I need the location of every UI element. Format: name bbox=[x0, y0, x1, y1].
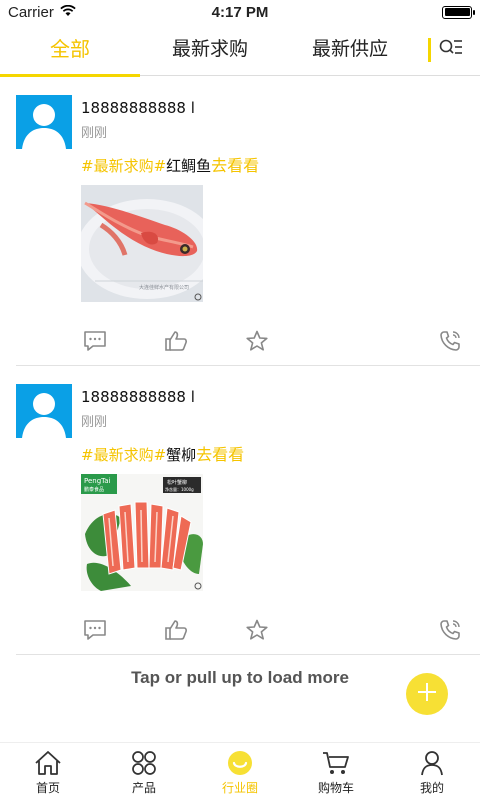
favorite-star-icon[interactable] bbox=[243, 327, 271, 355]
divider bbox=[428, 38, 431, 62]
comment-icon[interactable] bbox=[81, 616, 109, 644]
phone-icon[interactable] bbox=[436, 616, 464, 644]
nav-industry-circle[interactable]: 行业圈 bbox=[192, 743, 288, 800]
image-weight: 净含量：1000g bbox=[165, 486, 194, 492]
post-subject: 红鲷鱼 bbox=[166, 157, 212, 175]
post-image-red-snapper[interactable]: 大连佳鲜水产有限公司 bbox=[81, 185, 203, 302]
home-icon bbox=[33, 749, 63, 777]
post-subject: 蟹柳 bbox=[166, 446, 197, 464]
feed: 18888888888 l 刚刚 #最新求购#红鲷鱼去看看 大连佳鲜水产有限公司 bbox=[0, 77, 480, 655]
post-tag[interactable]: #最新求购# bbox=[81, 446, 166, 464]
status-bar: Carrier 4:17 PM bbox=[0, 0, 480, 24]
post-image-crab-stick[interactable]: PengTai 鹏泰食品 松叶蟹柳 净含量：1000g bbox=[81, 474, 203, 591]
bottom-nav: 首页 产品 行业圈 购物车 我的 bbox=[0, 742, 480, 800]
feed-post: 18888888888 l 刚刚 #最新求购#红鲷鱼去看看 大连佳鲜水产有限公司 bbox=[16, 77, 480, 366]
post-actions bbox=[16, 616, 464, 644]
user-icon bbox=[417, 749, 447, 777]
feed-post: 18888888888 l 刚刚 #最新求购#蟹柳去看看 PengTai 鹏泰食… bbox=[16, 366, 480, 655]
nav-label: 我的 bbox=[419, 781, 444, 795]
tab-latest-supply[interactable]: 最新供应 bbox=[280, 24, 420, 76]
see-more-link[interactable]: 去看看 bbox=[196, 445, 244, 464]
user-name[interactable]: 18888888888 l bbox=[81, 99, 195, 117]
image-watermark: 大连佳鲜水产有限公司 bbox=[139, 284, 189, 291]
image-brand: PengTai bbox=[84, 477, 111, 485]
nav-home[interactable]: 首页 bbox=[0, 743, 96, 800]
post-text: #最新求购#红鲷鱼去看看 bbox=[81, 152, 259, 176]
post-time: 刚刚 bbox=[81, 126, 108, 141]
plus-icon bbox=[415, 680, 439, 708]
grid-icon bbox=[129, 749, 159, 777]
search-list-icon bbox=[439, 38, 463, 62]
category-tabs: 全部 最新求购 最新供应 bbox=[0, 24, 480, 77]
image-product: 松叶蟹柳 bbox=[167, 479, 187, 486]
comment-icon[interactable] bbox=[81, 327, 109, 355]
like-icon[interactable] bbox=[162, 616, 190, 644]
post-text: #最新求购#蟹柳去看看 bbox=[81, 441, 244, 465]
filter-button[interactable] bbox=[428, 36, 468, 64]
battery-icon bbox=[442, 5, 475, 19]
avatar[interactable] bbox=[16, 384, 72, 438]
nav-products[interactable]: 产品 bbox=[96, 743, 192, 800]
carrier-label: Carrier bbox=[8, 3, 54, 21]
smile-icon bbox=[225, 749, 255, 777]
tab-latest-purchase[interactable]: 最新求购 bbox=[140, 24, 280, 76]
cart-icon bbox=[321, 749, 351, 777]
avatar[interactable] bbox=[16, 95, 72, 149]
see-more-link[interactable]: 去看看 bbox=[211, 156, 259, 175]
nav-profile[interactable]: 我的 bbox=[384, 743, 480, 800]
user-name[interactable]: 18888888888 l bbox=[81, 388, 195, 406]
nav-label: 购物车 bbox=[317, 781, 354, 795]
image-brand-sub: 鹏泰食品 bbox=[84, 486, 104, 493]
nav-label: 行业圈 bbox=[221, 781, 258, 795]
like-icon[interactable] bbox=[162, 327, 190, 355]
tab-all[interactable]: 全部 bbox=[0, 24, 140, 77]
post-time: 刚刚 bbox=[81, 415, 108, 430]
nav-label: 产品 bbox=[131, 781, 156, 795]
phone-icon[interactable] bbox=[436, 327, 464, 355]
add-post-button[interactable] bbox=[406, 673, 448, 715]
nav-cart[interactable]: 购物车 bbox=[288, 743, 384, 800]
post-tag[interactable]: #最新求购# bbox=[81, 157, 166, 175]
post-actions bbox=[16, 327, 464, 355]
wifi-icon bbox=[60, 4, 76, 21]
favorite-star-icon[interactable] bbox=[243, 616, 271, 644]
nav-label: 首页 bbox=[35, 781, 60, 795]
